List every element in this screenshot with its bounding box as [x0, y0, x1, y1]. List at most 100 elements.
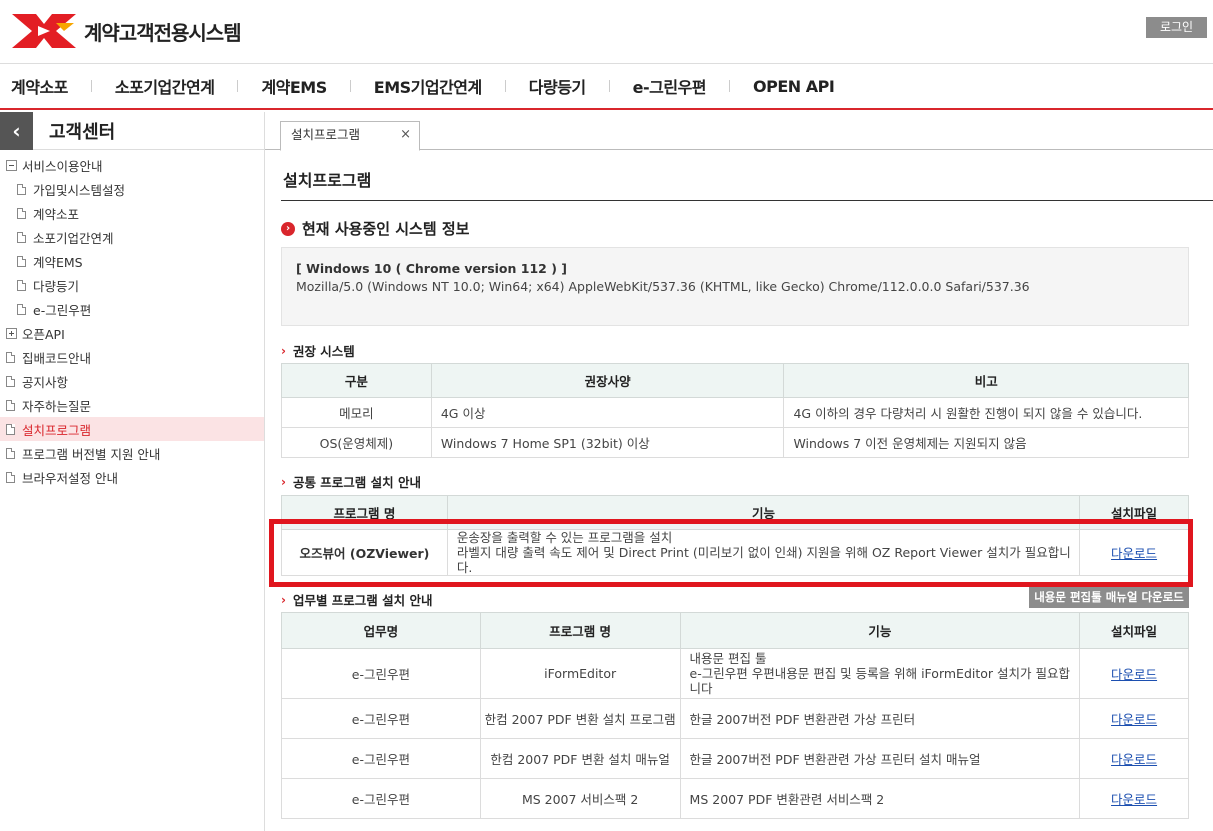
sidebar-item-install-programs[interactable]: 설치프로그램: [0, 417, 264, 441]
collapse-icon[interactable]: [6, 159, 17, 171]
sidebar-item-e-green-mail[interactable]: e-그린우편: [0, 297, 264, 321]
nav-e-green-mail[interactable]: e-그린우편: [633, 74, 707, 98]
nav-divider: [729, 80, 731, 92]
sidebar-title: 고객센터: [49, 121, 116, 143]
sidebar-item-label: 다량등기: [33, 278, 80, 294]
sidebar-item-label: 집배코드안내: [22, 350, 92, 366]
sidebar-item-parcel-b2b[interactable]: 소포기업간연계: [0, 225, 264, 249]
column-header: 구분: [281, 363, 432, 398]
sidebar-item-label: 서비스이용안내: [22, 158, 103, 174]
top-header: 계약고객전용시스템 로그인: [0, 0, 1213, 64]
sidebar-item-label: 소포기업간연계: [33, 230, 114, 246]
document-icon: [17, 207, 26, 219]
sidebar-item-version-support[interactable]: 프로그램 버전별 지원 안내: [0, 441, 264, 465]
chevron-right-circle-icon: ›: [281, 221, 295, 236]
table-row: e-그린우편 한컴 2007 PDF 변환 설치 매뉴얼 한글 2007버전 P…: [281, 738, 1189, 779]
table-cell: 한컴 2007 PDF 변환 설치 매뉴얼: [479, 738, 681, 779]
section-title: 공통 프로그램 설치 안내: [292, 475, 422, 490]
sidebar-item-signup-settings[interactable]: 가입및시스템설정: [0, 177, 264, 201]
sidebar-tree: 서비스이용안내 가입및시스템설정 계약소포 소포기업간연계 계약EMS 다량등기…: [0, 150, 264, 489]
expand-icon[interactable]: [6, 327, 17, 339]
download-link-hancom-pdf-installer[interactable]: 다운로드: [1111, 712, 1157, 727]
nav-contract-ems[interactable]: 계약EMS: [261, 74, 327, 98]
os-browser-info: [ Windows 10 ( Chrome version 112 ) ]: [296, 261, 567, 276]
description-line: 내용문 편집 툴: [689, 651, 767, 666]
close-icon[interactable]: ×: [400, 122, 411, 148]
sidebar-item-browser-settings[interactable]: 브라우저설정 안내: [0, 465, 264, 489]
sidebar-item-contract-parcel[interactable]: 계약소포: [0, 201, 264, 225]
tab-label: 설치프로그램: [291, 127, 361, 142]
table-cell: 4G 이상: [430, 397, 785, 428]
login-button[interactable]: 로그인: [1146, 17, 1207, 38]
brand-title[interactable]: 계약고객전용시스템: [84, 17, 242, 46]
sidebar-item-label: 오픈API: [22, 326, 65, 342]
table-cell: e-그린우편: [281, 778, 481, 819]
korea-post-logo-icon[interactable]: [12, 14, 76, 48]
table-cell: MS 2007 PDF 변환관련 서비스팩 2: [679, 778, 1081, 819]
page-title: 설치프로그램: [283, 171, 372, 190]
nav-divider: [349, 80, 351, 92]
download-cell: 다운로드: [1079, 698, 1189, 739]
system-info-heading: › 현재 사용중인 시스템 정보: [281, 218, 469, 239]
nav-ems-b2b[interactable]: EMS기업간연계: [374, 74, 482, 98]
chevron-right-icon: ›: [281, 474, 286, 489]
section-title: 업무별 프로그램 설치 안내: [292, 593, 433, 608]
sidebar-item-bulk-registered[interactable]: 다량등기: [0, 273, 264, 297]
sidebar-item-faq[interactable]: 자주하는질문: [0, 393, 264, 417]
title-divider: [281, 200, 1213, 201]
nav-divider: [237, 80, 239, 92]
table-cell: 한글 2007버전 PDF 변환관련 가상 프린터 설치 매뉴얼: [679, 738, 1081, 779]
document-icon: [6, 399, 15, 411]
column-header: 비고: [783, 363, 1189, 398]
sidebar-item-label: e-그린우편: [33, 302, 92, 318]
system-info-box: [ Windows 10 ( Chrome version 112 ) ] Mo…: [281, 247, 1189, 326]
sidebar-item-contract-ems[interactable]: 계약EMS: [0, 249, 264, 273]
sidebar-item-label: 가입및시스템설정: [33, 182, 126, 198]
table-row: e-그린우편 MS 2007 서비스팩 2 MS 2007 PDF 변환관련 서…: [281, 778, 1189, 819]
column-header: 프로그램 명: [479, 612, 681, 649]
sidebar-item-delivery-code[interactable]: 집배코드안내: [0, 345, 264, 369]
business-programs-table: 업무명 프로그램 명 기능 설치파일 e-그린우편 iFormEditor 내용…: [281, 612, 1189, 819]
sidebar-item-notice[interactable]: 공지사항: [0, 369, 264, 393]
table-cell: 한컴 2007 PDF 변환 설치 프로그램: [479, 698, 681, 739]
nav-parcel-b2b[interactable]: 소포기업간연계: [115, 74, 215, 98]
table-cell: 한글 2007버전 PDF 변환관련 가상 프린터: [679, 698, 1081, 739]
nav-divider: [504, 80, 506, 92]
column-header: 기능: [679, 612, 1081, 649]
download-cell: 다운로드: [1079, 648, 1189, 699]
nav-contract-parcel[interactable]: 계약소포: [11, 74, 68, 98]
global-nav: 계약소포 소포기업간연계 계약EMS EMS기업간연계 다량등기 e-그린우편 …: [0, 64, 1213, 110]
nav-open-api[interactable]: OPEN API: [753, 77, 835, 96]
document-icon: [17, 303, 26, 315]
download-link-iformeditor[interactable]: 다운로드: [1111, 667, 1157, 682]
sidebar-item-service-guide[interactable]: 서비스이용안내: [0, 153, 264, 177]
download-cell: 다운로드: [1079, 738, 1189, 779]
chevron-left-icon[interactable]: ‹: [0, 111, 33, 150]
column-header: 업무명: [281, 612, 481, 649]
table-cell: e-그린우편: [281, 698, 481, 739]
download-link-hancom-pdf-manual[interactable]: 다운로드: [1111, 752, 1157, 767]
nav-divider: [608, 80, 610, 92]
business-programs-heading: › 업무별 프로그램 설치 안내: [281, 590, 433, 609]
document-icon: [6, 375, 15, 387]
sidebar-header: ‹ 고객센터: [0, 111, 264, 150]
download-link-ms-sp2[interactable]: 다운로드: [1111, 792, 1157, 807]
nav-bulk-registered[interactable]: 다량등기: [529, 74, 586, 98]
recommended-table: 구분 권장사양 비고 메모리 4G 이상 4G 이하의 경우 다량처리 시 원활…: [281, 363, 1189, 458]
document-icon: [6, 351, 15, 363]
sidebar-item-label: 자주하는질문: [22, 398, 92, 414]
section-title: 현재 사용중인 시스템 정보: [302, 220, 470, 238]
chevron-right-icon: ›: [281, 343, 286, 358]
section-title: 권장 시스템: [292, 344, 355, 359]
table-cell: Windows 7 이전 운영체제는 지원되지 않음: [783, 427, 1189, 458]
tab-install-programs[interactable]: 설치프로그램 ×: [280, 121, 420, 151]
sidebar-item-label: 공지사항: [22, 374, 69, 390]
sidebar: ‹ 고객센터 서비스이용안내 가입및시스템설정 계약소포 소포기업간연계 계약E…: [0, 111, 265, 831]
document-icon: [17, 255, 26, 267]
table-header-row: 구분 권장사양 비고: [281, 363, 1189, 398]
manual-download-button[interactable]: 내용문 편집툴 매뉴얼 다운로드: [1029, 587, 1189, 608]
user-agent-string: Mozilla/5.0 (Windows NT 10.0; Win64; x64…: [296, 279, 1030, 294]
common-programs-heading: › 공통 프로그램 설치 안내: [281, 472, 421, 491]
sidebar-item-open-api[interactable]: 오픈API: [0, 321, 264, 345]
document-icon: [6, 423, 15, 435]
